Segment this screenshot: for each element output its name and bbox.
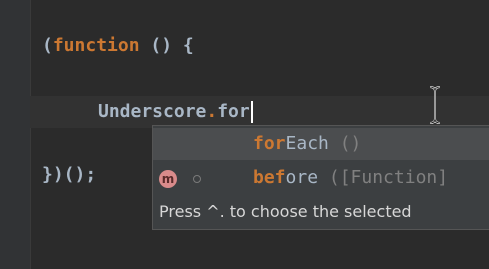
completion-item-text: forEach () bbox=[253, 128, 361, 160]
visibility-icon bbox=[193, 175, 201, 183]
code-line-1: (function () { bbox=[42, 30, 194, 62]
completion-popup: forEach () m before ([Function] Press ^.… bbox=[152, 125, 489, 230]
completion-item-foreach[interactable]: forEach () bbox=[153, 128, 489, 160]
completion-rest: ore bbox=[285, 167, 319, 188]
function-signature: () { bbox=[139, 35, 194, 56]
object-identifier: Underscore bbox=[98, 101, 207, 122]
i-beam-cursor-icon bbox=[429, 86, 441, 124]
completion-match: for bbox=[253, 133, 286, 154]
code-line-current[interactable]: Underscore.for bbox=[30, 96, 489, 128]
completion-signature: ([Function] bbox=[318, 167, 449, 188]
method-badge-icon: m bbox=[159, 170, 177, 188]
member-dot: . bbox=[206, 101, 218, 122]
code-line-3: })(); bbox=[42, 159, 96, 191]
completion-signature: () bbox=[328, 133, 362, 154]
closing-code: })(); bbox=[42, 164, 97, 185]
open-paren: ( bbox=[42, 35, 53, 56]
completion-item-text: before ([Function] bbox=[253, 162, 448, 194]
typed-text: for bbox=[217, 101, 250, 122]
completion-item-before[interactable]: m before ([Function] bbox=[153, 162, 489, 194]
completion-match: bef bbox=[253, 167, 286, 188]
completion-hint: Press ^. to choose the selected bbox=[159, 202, 412, 221]
function-keyword: function bbox=[52, 35, 140, 56]
line-gutter bbox=[0, 0, 31, 269]
text-caret bbox=[250, 101, 253, 123]
code-editor[interactable]: (function () { Underscore.for })(); forE… bbox=[0, 0, 489, 269]
completion-rest: Each bbox=[285, 133, 329, 154]
